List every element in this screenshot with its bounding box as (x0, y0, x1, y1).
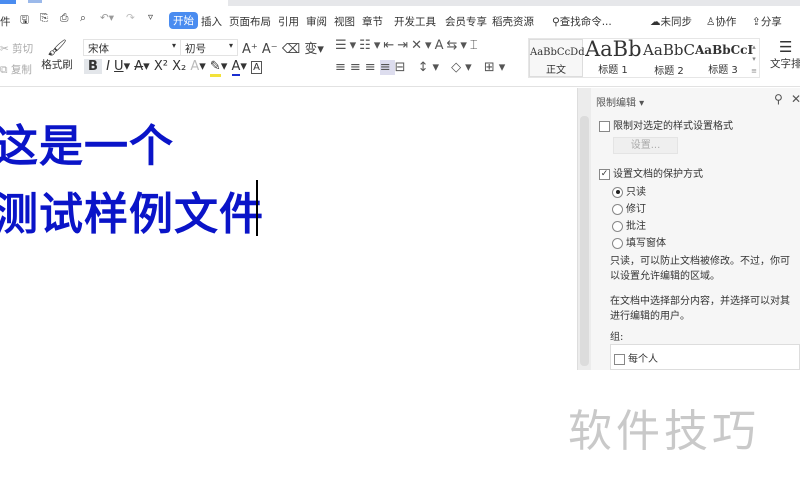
chevron-down-icon: ▾ (228, 41, 233, 50)
gallery-scroll-icon[interactable]: ▴ ▾ ≡ (751, 41, 757, 77)
doc-line-2: 测试样例文件 (0, 189, 264, 240)
underline-icon[interactable]: U (114, 59, 124, 74)
text-layout-icon: ☰ (779, 38, 793, 56)
print-icon[interactable]: ⎙ (60, 12, 68, 25)
search-icon: ⚲ (552, 16, 560, 28)
radio-readonly[interactable]: 只读 (612, 183, 646, 198)
style-heading1[interactable]: AaBb 标题 1 (585, 37, 641, 76)
text-cursor (256, 180, 258, 236)
restrict-format-checkbox[interactable]: 限制对选定的样式设置格式 (599, 117, 733, 132)
close-icon[interactable]: ✕ (791, 92, 800, 106)
strikethrough-icon[interactable]: A (134, 59, 143, 74)
font-style-tools: B I U▾ A▾ X² X₂ A▾ ✎▾ A▾ A (84, 59, 262, 77)
tab-review[interactable]: 审阅 (306, 14, 327, 29)
export-icon[interactable]: ⎘ (40, 12, 48, 25)
chevron-down-icon: ▾ (171, 41, 176, 50)
panel-scrollbar[interactable] (578, 88, 591, 370)
bold-icon[interactable]: B (84, 59, 102, 74)
highlight-icon[interactable]: ✎ (209, 59, 221, 77)
text-layout-button[interactable]: ☰ 文字排 (770, 38, 800, 71)
style-gallery: AaBbCcDd 正文 AaBb 标题 1 AaBbC 标题 2 AaBbCcI 标题 … (528, 37, 760, 78)
tab-view[interactable]: 视图 (334, 14, 355, 29)
everyone-checkbox[interactable]: 每个人 (614, 350, 658, 365)
shrink-font-icon[interactable]: A⁻ (262, 42, 278, 57)
watermark: 软件技巧 (568, 406, 760, 457)
settings-button[interactable]: 设置... (613, 137, 678, 154)
document-canvas[interactable]: 这是一个 测试样例文件 (0, 88, 577, 489)
panel-title[interactable]: 限制编辑 ▾ (596, 94, 644, 109)
group-label: 组: (610, 332, 624, 343)
tab-docer[interactable]: 稻壳资源 (492, 14, 534, 29)
group-list: 每个人 (610, 344, 800, 370)
more-icon[interactable]: ▿ (148, 12, 153, 23)
tab-chapter[interactable]: 章节 (362, 14, 383, 29)
font-size-tools: A⁺ A⁻ ⌫ 变▾ (242, 38, 324, 57)
tab-member[interactable]: 会员专享 (445, 14, 487, 29)
collab-button[interactable]: ♙协作 (706, 14, 736, 29)
radio-comment[interactable]: 批注 (612, 217, 646, 232)
sync-button[interactable]: ☁未同步 (650, 14, 692, 29)
superscript-icon[interactable]: X² (154, 59, 168, 74)
grow-font-icon[interactable]: A⁺ (242, 42, 258, 57)
paragraph-tools-row2[interactable]: ≡≡≡≡⊟ ↕▾ ◇▾ ⊞▾ (335, 60, 509, 75)
radio-form[interactable]: 填写窗体 (612, 234, 666, 249)
tab-developer[interactable]: 开发工具 (394, 14, 436, 29)
char-border-icon[interactable]: A (251, 61, 262, 74)
share-button[interactable]: ⇪分享 (752, 14, 782, 29)
protect-checkbox[interactable]: ✓ 设置文档的保护方式 (599, 165, 703, 180)
style-heading3[interactable]: AaBbCcI 标题 3 (695, 43, 753, 76)
preview-icon[interactable]: ⌕ (80, 12, 86, 25)
tab-references[interactable]: 引用 (278, 14, 299, 29)
ribbon-divider (0, 86, 800, 87)
paragraph-tools-row1[interactable]: ☰▾☷▾⇤⇥✕▾ꓮ⇆▾⌶ (335, 38, 481, 53)
phonetic-icon[interactable]: 变▾ (304, 42, 324, 57)
tab-home[interactable]: 开始 (169, 12, 198, 29)
search-command[interactable]: ⚲查找命令... (552, 14, 612, 29)
document-tab[interactable] (0, 0, 16, 4)
tab-layout[interactable]: 页面布局 (229, 14, 271, 29)
font-name-select[interactable]: 宋体 ▾ (83, 39, 181, 56)
save-icon[interactable]: 🖫 (20, 12, 29, 30)
font-color-icon[interactable]: A (231, 59, 241, 76)
scrollbar-thumb[interactable] (580, 116, 589, 366)
subscript-icon[interactable]: X₂ (172, 59, 186, 74)
font-size-select[interactable]: 初号 ▾ (180, 39, 238, 56)
selection-description: 在文档中选择部分内容，并选择可以对其进行编辑的用户。 (610, 296, 790, 322)
redo-icon[interactable]: ↷ (126, 12, 135, 24)
text-effect-icon[interactable]: A (190, 59, 199, 74)
brush-icon: 🖌 (46, 38, 68, 57)
readonly-description: 只读，可以防止文档被修改。不过，你可以设置允许编辑的区域。 (610, 256, 790, 282)
doc-line-1: 这是一个 (0, 121, 174, 172)
format-painter-button[interactable]: 🖌 格式刷 (40, 38, 74, 72)
italic-icon[interactable]: I (106, 59, 110, 74)
tab-insert[interactable]: 插入 (201, 14, 222, 29)
pin-icon[interactable]: ⚲ (774, 92, 783, 106)
title-bar-strip (228, 0, 800, 6)
cut-button[interactable]: ✂ 剪切 (0, 41, 33, 56)
radio-revision[interactable]: 修订 (612, 200, 646, 215)
copy-button[interactable]: ⧉ 复制 (0, 62, 32, 77)
undo-icon[interactable]: ↶▾ (100, 12, 114, 24)
menu-file[interactable]: 件 (0, 14, 11, 29)
style-normal[interactable]: AaBbCcDd 正文 (529, 39, 585, 77)
document-tab-2[interactable] (28, 0, 42, 3)
clear-format-icon[interactable]: ⌫ (282, 42, 300, 57)
restrict-editing-panel: 限制编辑 ▾ ⚲ ✕ 限制对选定的样式设置格式 设置... ✓ 设置文档的保护方式… (577, 88, 800, 370)
style-heading2[interactable]: AaBbC 标题 2 (641, 41, 697, 77)
